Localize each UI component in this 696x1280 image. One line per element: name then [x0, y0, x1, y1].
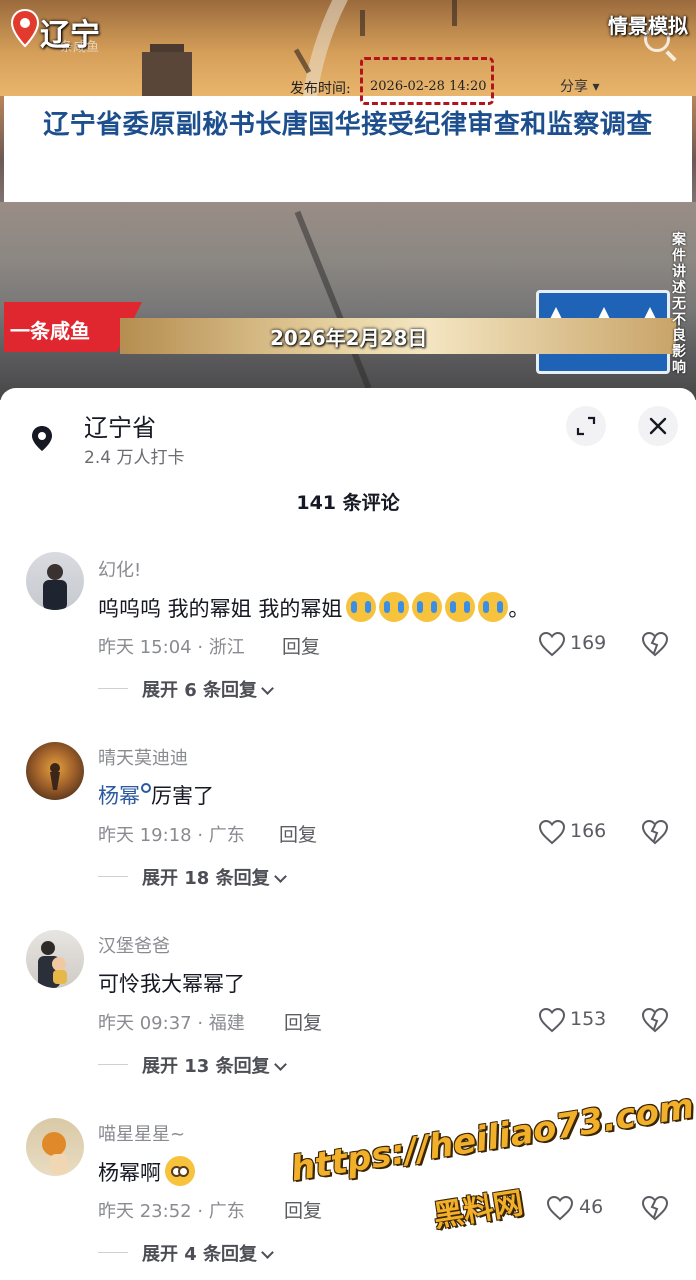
- comment-meta: 昨天 23:52 · 广东: [98, 1201, 245, 1222]
- avatar-image: [42, 1132, 68, 1174]
- like-count: 153: [570, 1008, 607, 1030]
- broken-heart-icon[interactable]: [641, 1195, 669, 1221]
- heart-icon[interactable]: [538, 819, 566, 845]
- avatar[interactable]: [26, 930, 84, 988]
- divider: [98, 1252, 128, 1253]
- reply-button[interactable]: 回复: [284, 1196, 322, 1223]
- avatar-image: [38, 941, 67, 988]
- expand-replies[interactable]: 展开 6 条回复: [142, 676, 274, 702]
- broken-heart-icon[interactable]: [641, 1007, 669, 1033]
- comment-text: 可怜我大幂幂了: [98, 972, 245, 996]
- broken-heart-icon[interactable]: [641, 819, 669, 845]
- expand-replies[interactable]: 展开 13 条回复: [142, 1052, 287, 1078]
- comment-username[interactable]: 喵星星星~: [98, 1120, 185, 1146]
- comment-username[interactable]: 晴天莫迪迪: [98, 744, 188, 770]
- news-screenshot: 辽宁省委原副秘书长唐国华接受纪律审查和监察调查: [4, 96, 692, 202]
- map-pin-icon: [32, 426, 52, 451]
- heart-icon[interactable]: [538, 1007, 566, 1033]
- expand-replies-label: 展开 18 条回复: [142, 868, 270, 889]
- crying-emoji-icon: [379, 592, 410, 622]
- date-banner-text: 2026年2月28日: [270, 326, 428, 350]
- search-mini-icon: [141, 783, 151, 793]
- avatar[interactable]: [26, 742, 84, 800]
- comment-body: 呜呜呜 我的幂姐 我的幂姐: [98, 597, 343, 621]
- close-button[interactable]: [638, 406, 678, 446]
- avatar-image: [50, 763, 60, 790]
- heart-icon[interactable]: [546, 1195, 574, 1221]
- news-headline: 辽宁省委原副秘书长唐国华接受纪律审查和监察调查: [43, 110, 653, 140]
- side-note: 案件讲述 无不良影响: [672, 232, 686, 376]
- comment-meta: 昨天 19:18 · 广东: [98, 825, 245, 846]
- poi-checkins: 2.4 万人打卡: [84, 448, 185, 468]
- comment-body: 厉害了: [151, 784, 214, 808]
- divider: [98, 876, 128, 877]
- publish-label: 发布时间:: [290, 81, 351, 97]
- mention-link[interactable]: 杨幂: [98, 784, 140, 808]
- close-icon: [649, 417, 667, 435]
- chevron-down-icon: [261, 682, 274, 695]
- share-label: 分享: [560, 79, 588, 95]
- comment-meta: 昨天 09:37 · 福建: [98, 1013, 245, 1034]
- like-count: 166: [570, 820, 607, 842]
- comment-suffix: 。: [508, 597, 530, 621]
- chevron-down-icon: [273, 870, 287, 883]
- pleading-emoji-icon: [165, 1156, 195, 1186]
- clock-tick: [452, 0, 457, 26]
- expand-replies[interactable]: 展开 4 条回复: [142, 1240, 274, 1266]
- comment-text: 呜呜呜 我的幂姐 我的幂姐 。: [98, 592, 529, 623]
- crying-emoji-icon: [412, 592, 443, 622]
- location-pin-icon: [10, 8, 40, 48]
- crying-emoji-icon: [445, 592, 476, 622]
- like-count: 169: [570, 632, 607, 654]
- comment-body: 杨幂啊: [98, 1161, 161, 1185]
- video-watermark: 条咸鱼: [60, 40, 100, 55]
- expand-replies[interactable]: 展开 18 条回复: [142, 864, 287, 890]
- divider: [98, 1064, 128, 1065]
- chevron-down-icon: [273, 1058, 287, 1071]
- comment-username[interactable]: 幻化!: [98, 556, 141, 582]
- expand-replies-label: 展开 13 条回复: [142, 1056, 270, 1077]
- share-link: 分享 ▾: [560, 79, 600, 95]
- expand-replies-label: 展开 4 条回复: [142, 1244, 258, 1265]
- reply-button[interactable]: 回复: [279, 820, 317, 847]
- comment-username[interactable]: 汉堡爸爸: [98, 932, 170, 958]
- publish-date: 2026-02-28 14:20: [370, 79, 487, 94]
- brand-label: 一条咸鱼: [10, 319, 90, 343]
- building-silhouette: [142, 44, 192, 96]
- like-count: 46: [579, 1196, 604, 1218]
- poi-name[interactable]: 辽宁省: [84, 408, 156, 443]
- scenario-label: 情景模拟: [608, 14, 688, 38]
- video-player[interactable]: 辽宁 条咸鱼 情景模拟 辽宁省委原副秘书长唐国华接受纪律审查和监察调查 发布时间…: [0, 0, 696, 400]
- comment-text: 杨幂啊: [98, 1156, 195, 1187]
- heart-icon[interactable]: [538, 631, 566, 657]
- avatar-image: [43, 564, 67, 610]
- clock-tick: [360, 10, 365, 36]
- avatar[interactable]: [26, 552, 84, 610]
- reply-button[interactable]: 回复: [284, 1008, 322, 1035]
- avatar[interactable]: [26, 1118, 84, 1176]
- crying-emoji-icon: [346, 592, 377, 622]
- crying-emoji-icon: [478, 592, 509, 622]
- comment-count: 141 条评论: [296, 492, 400, 514]
- chevron-down-icon: [261, 1246, 274, 1259]
- expand-icon: [576, 416, 596, 436]
- broken-heart-icon[interactable]: [641, 631, 669, 657]
- divider: [98, 688, 128, 689]
- reply-button[interactable]: 回复: [282, 632, 320, 659]
- expand-replies-label: 展开 6 条回复: [142, 680, 258, 701]
- expand-button[interactable]: [566, 406, 606, 446]
- comment-meta: 昨天 15:04 · 浙江: [98, 637, 245, 658]
- comment-text: 杨幂 厉害了: [98, 780, 214, 810]
